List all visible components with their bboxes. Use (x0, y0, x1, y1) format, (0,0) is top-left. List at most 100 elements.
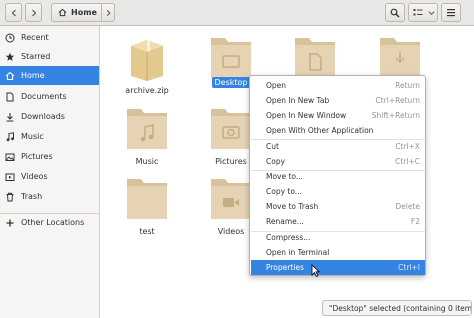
menu-item-label: Move to... (266, 172, 304, 181)
folder-icon (127, 179, 167, 219)
home-icon (58, 8, 67, 17)
picture-icon (5, 152, 15, 162)
menu-item-label: Open (266, 81, 287, 90)
mouse-pointer-icon (311, 264, 320, 277)
back-button[interactable] (5, 3, 22, 22)
view-toggle-button[interactable] (408, 3, 427, 22)
file-item-music[interactable]: Music (112, 101, 182, 171)
menu-item-shortcut: Ctrl+X (395, 142, 420, 151)
file-item-test[interactable]: test (112, 171, 182, 241)
file-name: Music (135, 157, 159, 166)
menu-item-rename[interactable]: Rename... F2 (251, 214, 425, 229)
menu-item-label: Move to Trash (266, 202, 319, 211)
document-icon (5, 92, 15, 102)
sidebar-item-home[interactable]: Home (0, 66, 99, 85)
menu-item-copy-to[interactable]: Copy to... (251, 184, 425, 199)
menu-item-label: Open In New Window (266, 111, 347, 120)
sidebar-item-label: Other Locations (21, 218, 85, 227)
videos-folder-icon (211, 179, 251, 219)
menu-item-shortcut: Ctrl+I (398, 263, 420, 272)
sidebar: Recent Starred Home Documents Downloads … (0, 26, 100, 318)
menu-item-shortcut: Ctrl+C (395, 157, 420, 166)
sidebar-item-label: Pictures (21, 152, 53, 161)
menu-item-label: Compress... (266, 233, 311, 242)
home-icon (5, 71, 15, 81)
star-icon (5, 52, 15, 62)
forward-button[interactable] (25, 3, 42, 22)
menu-item-label: Open in Terminal (266, 248, 330, 257)
music-icon (5, 131, 15, 142)
menu-item-open-new-tab[interactable]: Open In New Tab Ctrl+Return (251, 93, 425, 108)
menu-item-label: Properties (266, 263, 304, 272)
menu-item-open-new-window[interactable]: Open In New Window Shift+Return (251, 108, 425, 123)
menu-item-label: Open With Other Application (266, 126, 374, 135)
selected-file-name: Desktop (211, 77, 251, 88)
list-view-icon (413, 9, 422, 16)
downloads-folder-icon (380, 38, 420, 78)
file-item-archive[interactable]: archive.zip (112, 30, 182, 100)
path-next-button[interactable] (102, 3, 115, 22)
sidebar-item-label: Downloads (21, 112, 65, 121)
path-home-label: Home (71, 8, 97, 17)
menu-item-move-to-trash[interactable]: Move to Trash Delete (251, 199, 425, 214)
menu-item-open-in-terminal[interactable]: Open in Terminal (251, 245, 425, 260)
plus-icon (5, 218, 15, 228)
sidebar-item-pictures[interactable]: Pictures (0, 147, 99, 166)
sidebar-item-label: Trash (21, 192, 43, 201)
menu-item-open[interactable]: Open Return (251, 78, 425, 93)
menu-item-label: Copy to... (266, 187, 302, 196)
sidebar-item-music[interactable]: Music (0, 127, 99, 146)
menu-item-label: Cut (266, 142, 279, 151)
chevron-right-icon (31, 9, 36, 16)
search-button[interactable] (385, 3, 405, 22)
chevron-left-icon (11, 9, 16, 16)
menu-button[interactable] (441, 3, 461, 22)
sidebar-item-label: Starred (21, 52, 51, 61)
menu-item-shortcut: Ctrl+Return (375, 96, 420, 105)
clock-icon (5, 33, 15, 43)
sidebar-item-label: Home (21, 71, 45, 80)
menu-item-shortcut: Delete (395, 202, 420, 211)
menu-item-shortcut: Return (395, 81, 420, 90)
menu-item-move-to[interactable]: Move to... (251, 169, 425, 184)
menu-item-label: Open In New Tab (266, 96, 330, 105)
sidebar-item-label: Music (21, 132, 44, 141)
menu-item-label: Copy (266, 157, 286, 166)
menu-item-compress[interactable]: Compress... (251, 230, 425, 245)
video-icon (5, 172, 15, 182)
hamburger-menu-icon (447, 9, 455, 17)
header-bar: Home (0, 0, 474, 26)
archive-icon (131, 40, 163, 81)
sidebar-item-downloads[interactable]: Downloads (0, 107, 99, 126)
sidebar-item-label: Documents (21, 92, 67, 101)
path-home-button[interactable]: Home (51, 3, 102, 22)
menu-item-copy[interactable]: Copy Ctrl+C (251, 154, 425, 169)
file-name: archive.zip (125, 86, 169, 95)
music-folder-icon (127, 109, 167, 149)
view-options-button[interactable] (426, 3, 438, 22)
file-name: test (139, 227, 155, 236)
sidebar-item-label: Videos (21, 172, 48, 181)
sidebar-item-documents[interactable]: Documents (0, 87, 99, 106)
sidebar-item-trash[interactable]: Trash (0, 187, 99, 206)
menu-item-shortcut: F2 (410, 217, 420, 226)
documents-folder-icon (295, 38, 335, 78)
folder-icon (211, 38, 251, 78)
path-bar: Home (51, 3, 115, 22)
chevron-down-icon (428, 10, 435, 15)
search-icon (390, 8, 400, 17)
context-menu: Open Return Open In New Tab Ctrl+Return Op… (249, 75, 426, 276)
menu-item-properties[interactable]: Properties Ctrl+I (251, 260, 425, 275)
sidebar-item-label: Recent (21, 33, 49, 42)
menu-item-open-with-other-app[interactable]: Open With Other Application (251, 123, 425, 138)
sidebar-item-other-locations[interactable]: Other Locations (0, 213, 99, 232)
menu-item-cut[interactable]: Cut Ctrl+X (251, 139, 425, 154)
sidebar-item-starred[interactable]: Starred (0, 47, 99, 66)
status-bar: "Desktop" selected (containing 0 items) (322, 300, 472, 316)
chevron-right-icon (106, 9, 111, 16)
sidebar-item-recent[interactable]: Recent (0, 28, 99, 47)
menu-item-label: Rename... (266, 217, 304, 226)
menu-item-shortcut: Shift+Return (371, 111, 420, 120)
pictures-folder-icon (211, 109, 251, 149)
sidebar-item-videos[interactable]: Videos (0, 167, 99, 186)
